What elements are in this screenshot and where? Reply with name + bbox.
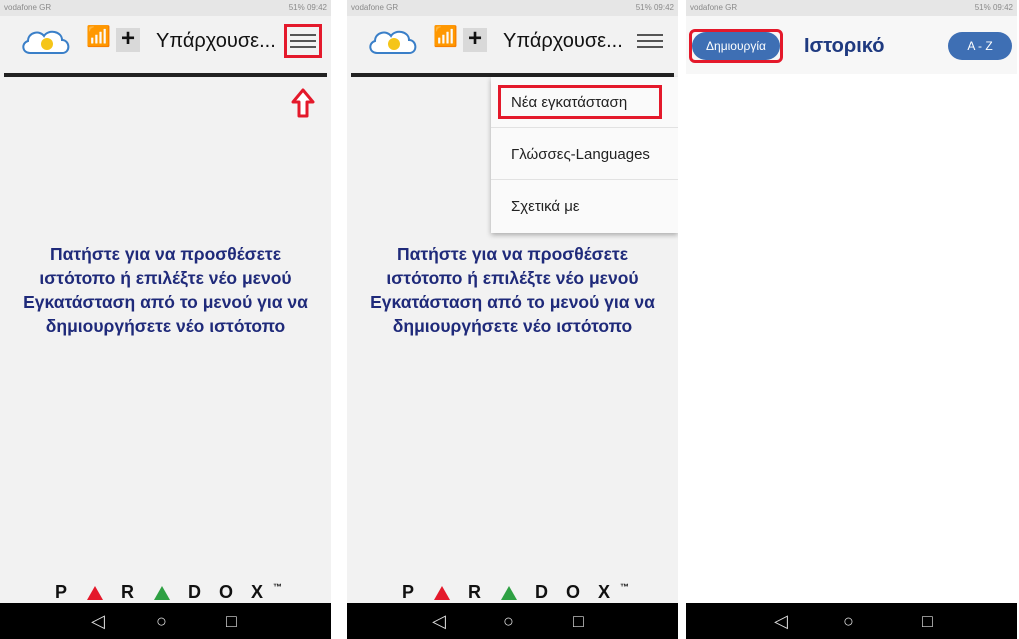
logo-letter: O <box>565 582 582 602</box>
nav-bar: ◁ ○ □ <box>347 603 678 639</box>
page-title: Υπάρχουσε... <box>156 30 276 52</box>
create-highlight-box <box>689 29 783 63</box>
nav-bar: ◁ ○ □ <box>0 603 331 639</box>
instruction-line: Εγκατάσταση από το μενού για να <box>23 292 308 312</box>
home-icon[interactable]: ○ <box>503 610 514 632</box>
wifi-icon: 📶 <box>433 26 458 48</box>
back-icon[interactable]: ◁ <box>774 610 788 632</box>
red-triangle-icon <box>433 586 450 601</box>
logo-letter: X <box>598 582 613 602</box>
carrier-label: vodafone GR <box>351 3 399 12</box>
carrier-label: vodafone GR <box>4 3 52 12</box>
instruction-line: Πατήστε για να προσθέσετε <box>396 244 629 264</box>
history-list <box>686 74 1017 603</box>
instruction-line: δημιουργήσετε νέο ιστότοπο <box>45 316 286 336</box>
instruction-text: Πατήστε για να προσθέσετε ιστότοπο ή επι… <box>0 242 331 338</box>
page-title: Υπάρχουσε... <box>503 30 623 52</box>
trademark-mark: ™ <box>620 582 632 592</box>
recents-icon[interactable]: □ <box>226 610 237 632</box>
menu-item-languages[interactable]: Γλώσσες-Languages <box>491 129 678 180</box>
instruction-line: ιστότοπο ή επιλέξτε νέο μενού <box>386 268 639 288</box>
green-triangle-icon <box>153 586 170 601</box>
status-right: 51% 09:42 <box>974 3 1013 12</box>
sort-az-button[interactable]: A - Z <box>948 32 1012 60</box>
cloud-logo-icon[interactable] <box>367 26 419 56</box>
menu-item-about[interactable]: Σχετικά με <box>491 181 678 232</box>
menu-highlight-box <box>284 24 322 58</box>
appbar-divider <box>4 73 327 77</box>
paradox-logo: P R D O X ™ <box>347 582 678 603</box>
status-right: 51% 09:42 <box>635 3 674 12</box>
recents-icon[interactable]: □ <box>573 610 584 632</box>
menu-icon[interactable] <box>637 30 663 50</box>
status-bar: vodafone GR 51% 09:42 <box>0 0 331 16</box>
instruction-line: δημιουργήσετε νέο ιστότοπο <box>392 316 633 336</box>
back-icon[interactable]: ◁ <box>91 610 105 632</box>
add-site-button[interactable]: + <box>463 27 487 52</box>
nav-bar: ◁ ○ □ <box>686 603 1017 639</box>
menu-item-highlight-box <box>498 85 662 119</box>
screen-home: vodafone GR 51% 09:42 📶 + Υπάρχουσε... Π… <box>0 0 331 639</box>
instruction-line: ιστότοπο ή επιλέξτε νέο μενού <box>39 268 292 288</box>
home-icon[interactable]: ○ <box>156 610 167 632</box>
logo-letter: D <box>534 582 550 602</box>
logo-letter: X <box>251 582 266 602</box>
logo-letter: R <box>120 582 136 602</box>
carrier-label: vodafone GR <box>690 3 738 12</box>
back-icon[interactable]: ◁ <box>432 610 446 632</box>
home-icon[interactable]: ○ <box>843 610 854 632</box>
instruction-line: Εγκατάσταση από το μενού για να <box>370 292 655 312</box>
red-triangle-icon <box>86 586 103 601</box>
paradox-logo: P R D O X ™ <box>0 582 331 603</box>
logo-letter: P <box>401 582 416 602</box>
recents-icon[interactable]: □ <box>922 610 933 632</box>
logo-letter: P <box>54 582 69 602</box>
status-right: 51% 09:42 <box>288 3 327 12</box>
add-site-button[interactable]: + <box>116 27 140 52</box>
logo-letter: O <box>218 582 235 602</box>
page-title: Ιστορικό <box>804 35 885 57</box>
status-bar: vodafone GR 51% 09:42 <box>347 0 678 16</box>
logo-letter: D <box>187 582 203 602</box>
instruction-line: Πατήστε για να προσθέσετε <box>49 244 282 264</box>
trademark-mark: ™ <box>273 582 285 592</box>
logo-letter: R <box>467 582 483 602</box>
green-triangle-icon <box>500 586 517 601</box>
up-arrow-icon <box>291 88 315 118</box>
screen-history: vodafone GR 51% 09:42 Δημιουργία Ιστορικ… <box>686 0 1017 639</box>
instruction-text: Πατήστε για να προσθέσετε ιστότοπο ή επι… <box>347 242 678 338</box>
cloud-logo-icon[interactable] <box>20 26 72 56</box>
screen-menu-open: vodafone GR 51% 09:42 📶 + Υπάρχουσε... Π… <box>347 0 678 639</box>
status-bar: vodafone GR 51% 09:42 <box>686 0 1017 16</box>
wifi-icon: 📶 <box>86 26 111 48</box>
